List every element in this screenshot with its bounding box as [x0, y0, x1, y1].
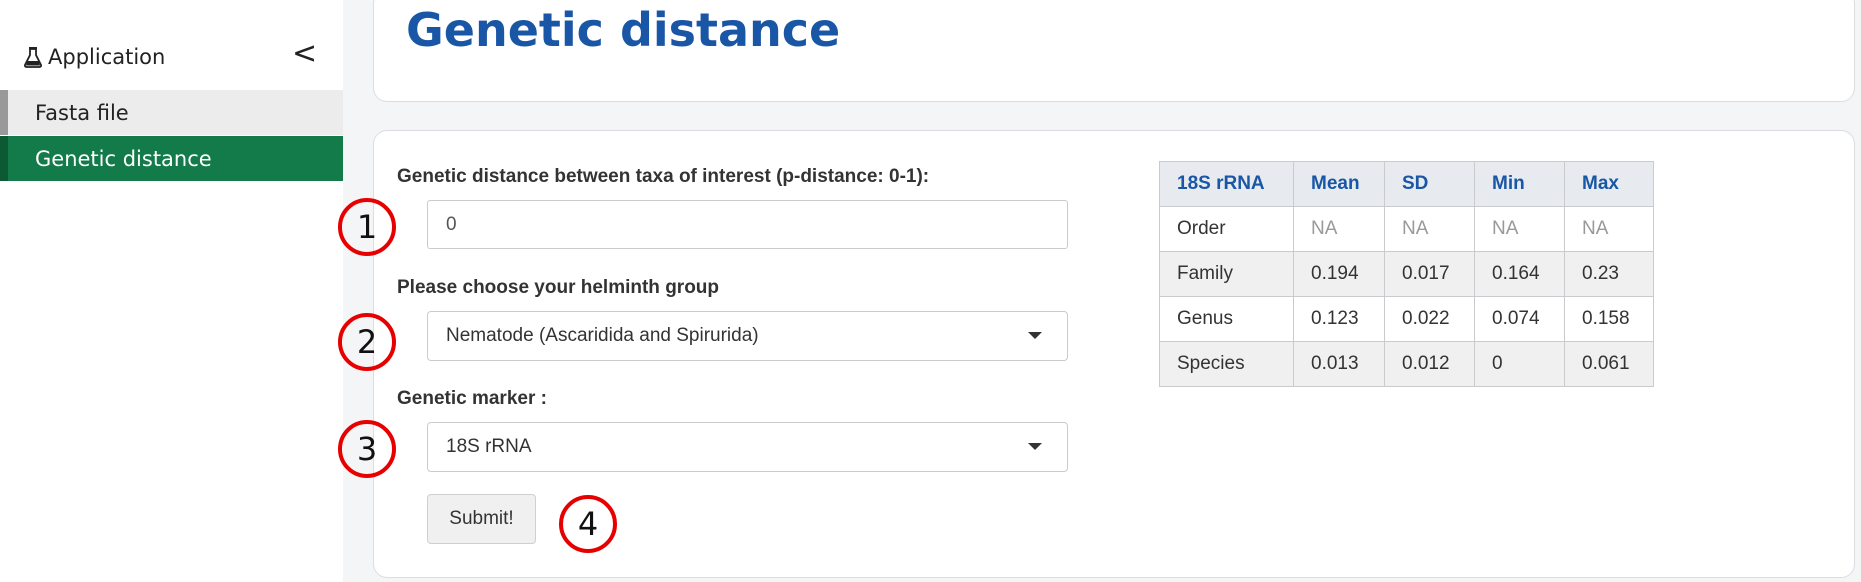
chevron-down-icon — [1028, 332, 1042, 339]
annotation-marker-3: 3 — [338, 420, 396, 478]
page-title: Genetic distance — [406, 3, 841, 57]
flask-icon — [24, 46, 44, 68]
table-row: Species 0.013 0.012 0 0.061 — [1159, 341, 1654, 387]
column-header: 18S rRNA — [1159, 161, 1294, 207]
title-card: Genetic distance — [373, 0, 1855, 102]
annotation-marker-1: 1 — [338, 198, 396, 256]
chevron-down-icon — [1028, 443, 1042, 450]
table-cell: Order — [1159, 206, 1294, 252]
sidebar-item-fasta-file[interactable]: Fasta file — [0, 90, 343, 135]
sidebar: Application < Fasta file Genetic distanc… — [0, 0, 343, 582]
genetic-marker-select[interactable]: 18S rRNA — [427, 422, 1068, 472]
table-cell: 0.123 — [1293, 296, 1385, 342]
sidebar-item-indicator — [0, 90, 8, 135]
helminth-group-select[interactable]: Nematode (Ascaridida and Spirurida) — [427, 311, 1068, 361]
table-cell: 0.23 — [1564, 251, 1654, 297]
table-cell: 0.164 — [1474, 251, 1565, 297]
helminth-group-label: Please choose your helminth group — [397, 277, 720, 298]
column-header: Min — [1474, 161, 1565, 207]
sidebar-item-label: Fasta file — [35, 100, 129, 125]
table-cell: 0.022 — [1384, 296, 1475, 342]
table-header-row: 18S rRNA Mean SD Min Max — [1159, 161, 1654, 207]
distance-input[interactable]: 0 — [427, 200, 1068, 249]
table-cell: 0.012 — [1384, 341, 1475, 387]
genetic-marker-label: Genetic marker : — [397, 388, 547, 409]
column-header: Mean — [1293, 161, 1385, 207]
table-cell: 0.017 — [1384, 251, 1475, 297]
table-cell: NA — [1564, 206, 1654, 252]
distance-label: Genetic distance between taxa of interes… — [397, 166, 930, 187]
table-row: Family 0.194 0.017 0.164 0.23 — [1159, 251, 1654, 297]
submit-button[interactable]: Submit! — [427, 494, 536, 544]
table-cell: 0.061 — [1564, 341, 1654, 387]
table-cell: 0.074 — [1474, 296, 1565, 342]
column-header: Max — [1564, 161, 1654, 207]
sidebar-item-genetic-distance[interactable]: Genetic distance — [0, 136, 343, 181]
sidebar-collapse-button[interactable]: < — [292, 36, 317, 71]
distance-stats-table: 18S rRNA Mean SD Min Max Order NA NA NA … — [1159, 161, 1654, 387]
helminth-group-value: Nematode (Ascaridida and Spirurida) — [446, 325, 759, 346]
table-cell: NA — [1293, 206, 1385, 252]
sidebar-item-label: Genetic distance — [35, 146, 212, 171]
table-cell: Genus — [1159, 296, 1294, 342]
genetic-marker-value: 18S rRNA — [446, 436, 532, 457]
table-cell: Family — [1159, 251, 1294, 297]
column-header: SD — [1384, 161, 1475, 207]
table-cell: 0 — [1474, 341, 1565, 387]
annotation-marker-2: 2 — [338, 313, 396, 371]
table-row: Order NA NA NA NA — [1159, 206, 1654, 252]
annotation-marker-4: 4 — [559, 495, 617, 553]
table-cell: NA — [1474, 206, 1565, 252]
app-label: Application — [48, 45, 166, 69]
table-cell: 0.194 — [1293, 251, 1385, 297]
table-row: Genus 0.123 0.022 0.074 0.158 — [1159, 296, 1654, 342]
table-cell: 0.013 — [1293, 341, 1385, 387]
sidebar-header: Application — [24, 42, 324, 72]
table-cell: Species — [1159, 341, 1294, 387]
table-cell: 0.158 — [1564, 296, 1654, 342]
sidebar-item-indicator — [0, 136, 8, 181]
table-cell: NA — [1384, 206, 1475, 252]
